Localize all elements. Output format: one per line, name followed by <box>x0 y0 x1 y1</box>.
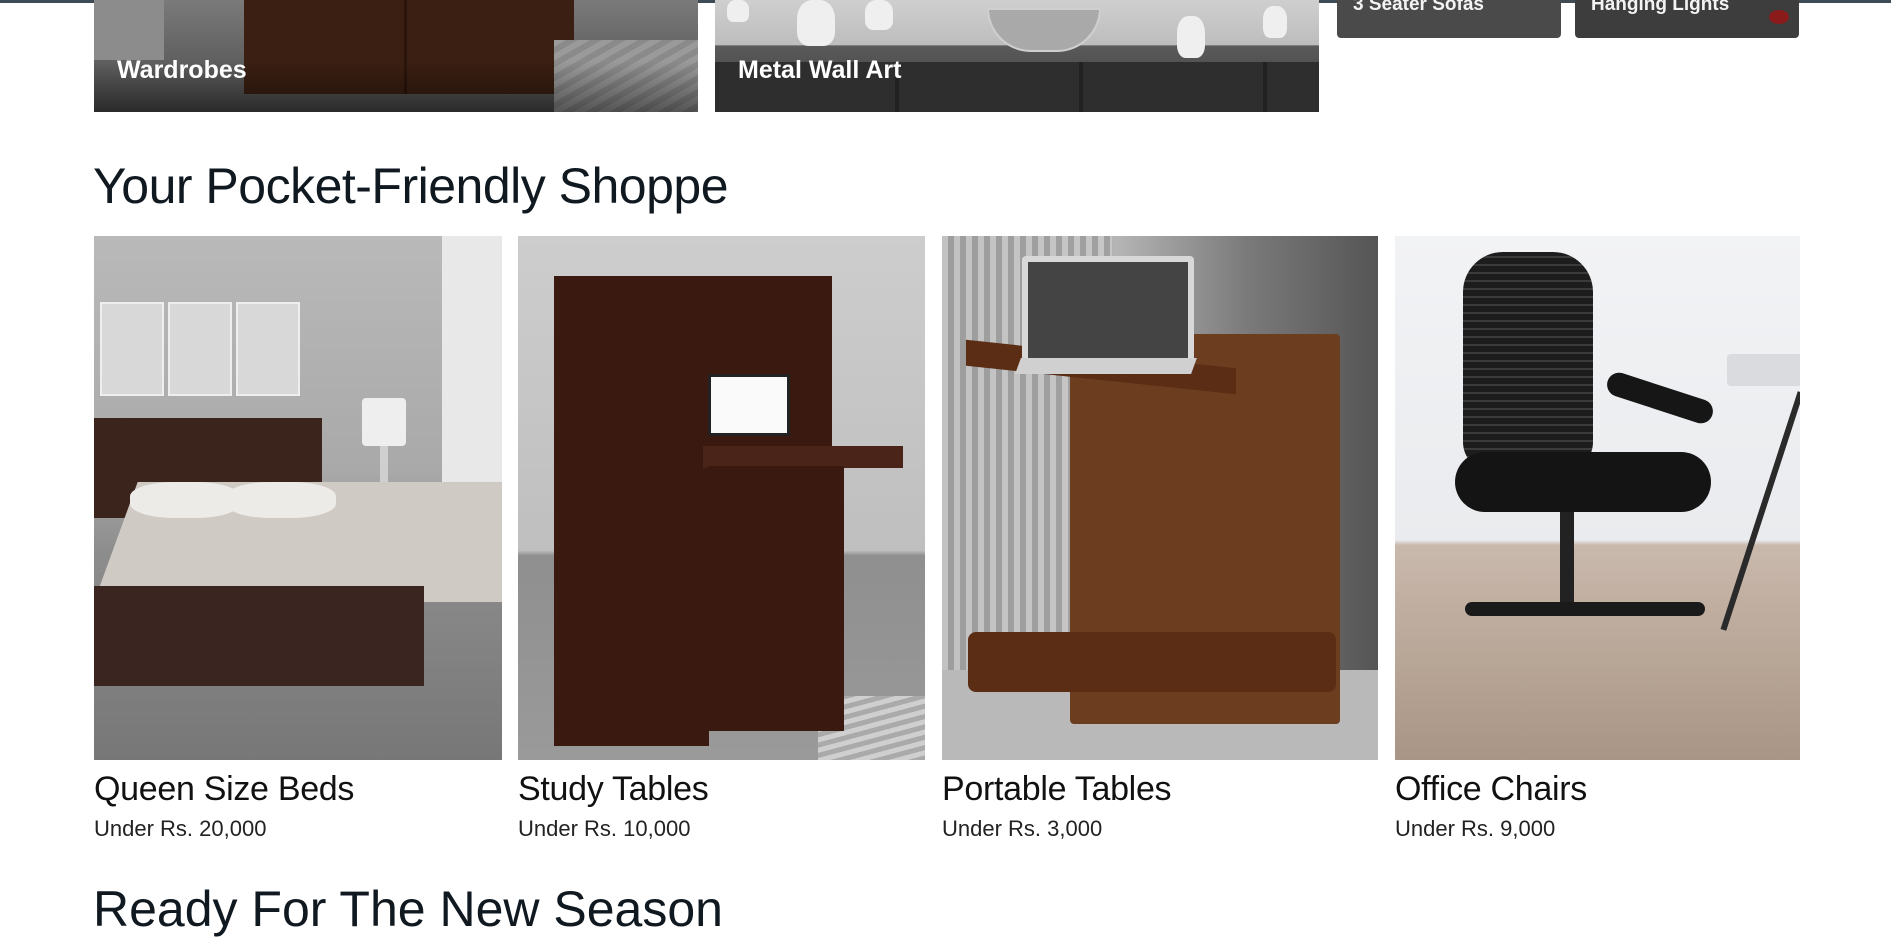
category-tile-label: Metal Wall Art <box>738 56 902 84</box>
laptop-base <box>1015 358 1197 374</box>
monitor <box>708 374 790 436</box>
chair-pole <box>1560 512 1574 602</box>
product-image[interactable] <box>1395 236 1800 760</box>
product-price: Under Rs. 20,000 <box>94 816 267 841</box>
category-tile-label: Wardrobes <box>117 56 247 84</box>
category-tile-wardrobes[interactable]: Wardrobes <box>94 0 698 112</box>
pillow <box>226 482 336 518</box>
next-section-title: Ready For The New Season <box>93 881 723 937</box>
wall-frame <box>168 302 232 396</box>
vase-image <box>727 0 749 22</box>
category-tile-label: 3 Seater Sofas <box>1353 0 1484 15</box>
category-tile-hanging-lights[interactable]: Hanging Lights <box>1575 0 1799 38</box>
laptop-screen <box>1022 256 1194 364</box>
chair-seat <box>1455 452 1711 512</box>
product-card-queen-size-beds[interactable]: Queen Size Beds Under Rs. 20,000 <box>94 236 502 841</box>
wall-frame <box>236 302 300 396</box>
chair-wheelbase <box>1465 602 1705 616</box>
product-name[interactable]: Office Chairs <box>1395 770 1587 809</box>
product-card-office-chairs[interactable]: Office Chairs Under Rs. 9,000 <box>1395 236 1800 841</box>
product-name[interactable]: Portable Tables <box>942 770 1172 809</box>
lamp-shade <box>362 398 406 446</box>
chair-back <box>1463 252 1593 472</box>
cabinet <box>554 276 709 746</box>
product-image[interactable] <box>942 236 1378 760</box>
product-name[interactable]: Queen Size Beds <box>94 770 354 809</box>
bed-base <box>94 586 424 686</box>
vase-image <box>797 0 835 46</box>
vase-image <box>1177 16 1205 58</box>
product-card-portable-tables[interactable]: Portable Tables Under Rs. 3,000 <box>942 236 1378 841</box>
wall-frame <box>100 302 164 396</box>
product-image[interactable] <box>94 236 502 760</box>
chair-arm <box>1603 369 1717 427</box>
product-price: Under Rs. 9,000 <box>1395 816 1556 841</box>
desk <box>1727 354 1800 386</box>
category-tile-metal-wall-art[interactable]: Metal Wall Art <box>715 0 1319 112</box>
section-title: Your Pocket-Friendly Shoppe <box>93 158 729 214</box>
table-base <box>968 632 1336 692</box>
flower-image <box>1769 10 1789 24</box>
product-card-study-tables[interactable]: Study Tables Under Rs. 10,000 <box>518 236 925 841</box>
desk-legs <box>708 466 844 731</box>
product-image[interactable] <box>518 236 925 760</box>
bowl-image <box>987 8 1101 52</box>
vase-image <box>1263 6 1287 38</box>
desk-top <box>703 446 903 468</box>
product-name[interactable]: Study Tables <box>518 770 709 809</box>
vase-image <box>865 0 893 30</box>
decor-panel <box>94 0 164 60</box>
category-tile-3-seater-sofas[interactable]: 3 Seater Sofas <box>1337 0 1561 38</box>
desk-leg <box>1720 391 1800 631</box>
pillow <box>130 482 240 518</box>
product-price: Under Rs. 10,000 <box>518 816 691 841</box>
category-tile-label: Hanging Lights <box>1591 0 1730 15</box>
product-price: Under Rs. 3,000 <box>942 816 1103 841</box>
